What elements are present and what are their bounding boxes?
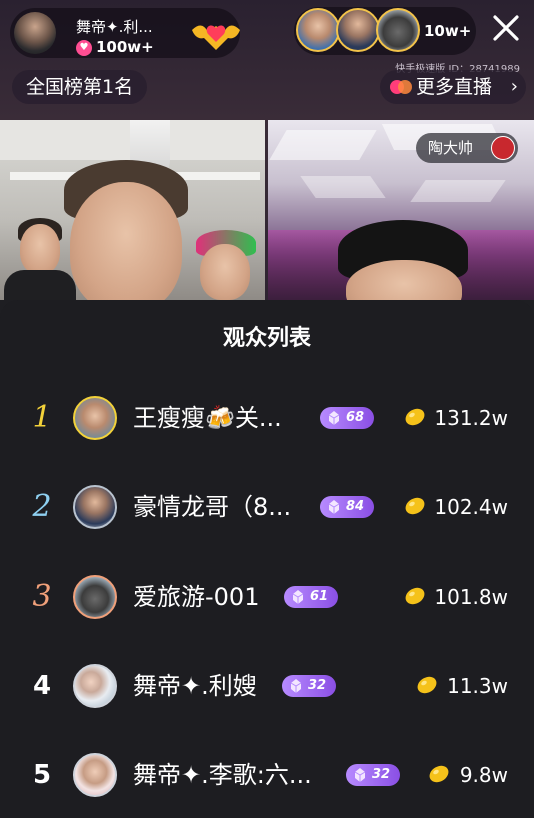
gem-icon	[328, 500, 340, 514]
gem-icon	[354, 768, 366, 782]
level-value: 68	[346, 410, 365, 425]
host-likes-count: 100w+	[96, 38, 154, 56]
heart-icon: ♥	[76, 40, 92, 56]
follow-heart-icon[interactable]	[188, 18, 244, 52]
level-badge: 32	[282, 675, 336, 697]
coin-amount: 101.8w	[434, 585, 508, 609]
coin-amount: 11.3w	[447, 674, 508, 698]
username: 爱旅游-001	[133, 583, 260, 611]
rank-badge[interactable]: 全国榜第1名	[12, 70, 148, 104]
live-video-left[interactable]	[0, 120, 265, 300]
streamer-name: 陶大帅	[428, 139, 474, 157]
viewer-avatar-1[interactable]	[296, 8, 340, 52]
coin-icon	[417, 676, 437, 694]
host-avatar[interactable]	[14, 12, 56, 54]
audience-list-panel: 观众列表 1 王瘦瘦🍻关... 68 131.2w 2 豪情龙哥（8... 84…	[0, 300, 534, 818]
rank-number: 5	[32, 760, 52, 790]
avatar[interactable]	[73, 396, 117, 440]
coin-icon	[429, 765, 449, 783]
more-live-button[interactable]: 更多直播 ›	[380, 70, 526, 104]
gem-icon	[328, 411, 340, 425]
rank-number: 1	[32, 400, 52, 435]
username: 王瘦瘦🍻关...	[133, 404, 282, 432]
coin-amount: 131.2w	[434, 406, 508, 430]
close-icon[interactable]	[488, 10, 524, 46]
username: 豪情龙哥（8...	[133, 493, 292, 521]
level-badge: 68	[320, 407, 374, 429]
coin-icon	[405, 587, 425, 605]
level-value: 32	[308, 678, 327, 693]
level-badge: 61	[284, 586, 338, 608]
live-stream-area: 舞帝✦.利... ♥ 100w+ 10w+ 快手极速版 ID：28741989 …	[0, 0, 534, 300]
coin-icon	[405, 408, 425, 426]
level-value: 32	[372, 767, 391, 782]
coin-icon	[405, 497, 425, 515]
streamer-tag[interactable]: 陶大帅	[416, 133, 518, 163]
level-value: 84	[346, 499, 365, 514]
viewer-avatar-2[interactable]	[336, 8, 380, 52]
audience-row[interactable]: 5 舞帝✦.李歌:六... 32 9.8w	[0, 735, 534, 815]
avatar[interactable]	[73, 664, 117, 708]
coin-amount: 9.8w	[459, 763, 508, 787]
audience-row[interactable]: 1 王瘦瘦🍻关... 68 131.2w	[0, 378, 534, 458]
audience-row[interactable]: 2 豪情龙哥（8... 84 102.4w	[0, 467, 534, 547]
level-value: 61	[310, 589, 329, 604]
audience-row[interactable]: 4 舞帝✦.利嫂 32 11.3w	[0, 646, 534, 726]
rank-number: 2	[32, 489, 52, 524]
chevron-right-icon: ›	[510, 76, 518, 97]
host-name: 舞帝✦.利...	[76, 18, 153, 36]
username: 舞帝✦.利嫂	[133, 672, 257, 700]
username: 舞帝✦.李歌:六...	[133, 761, 312, 789]
streamer-avatar-icon	[491, 136, 515, 160]
rank-number: 4	[32, 671, 52, 701]
avatar[interactable]	[73, 485, 117, 529]
coin-amount: 102.4w	[434, 495, 508, 519]
more-live-label: 更多直播	[416, 76, 493, 98]
viewer-avatar-3[interactable]	[376, 8, 420, 52]
live-dots-icon	[390, 80, 412, 94]
panel-title: 观众列表	[222, 326, 311, 351]
gem-icon	[292, 590, 304, 604]
gem-icon	[290, 679, 302, 693]
level-badge: 32	[346, 764, 400, 786]
avatar[interactable]	[73, 575, 117, 619]
host-info[interactable]: 舞帝✦.利... ♥ 100w+	[10, 8, 240, 58]
rank-number: 3	[32, 579, 52, 614]
audience-row[interactable]: 3 爱旅游-001 61 101.8w	[0, 557, 534, 637]
avatar[interactable]	[73, 753, 117, 797]
viewer-count: 10w+	[424, 22, 472, 40]
level-badge: 84	[320, 496, 374, 518]
